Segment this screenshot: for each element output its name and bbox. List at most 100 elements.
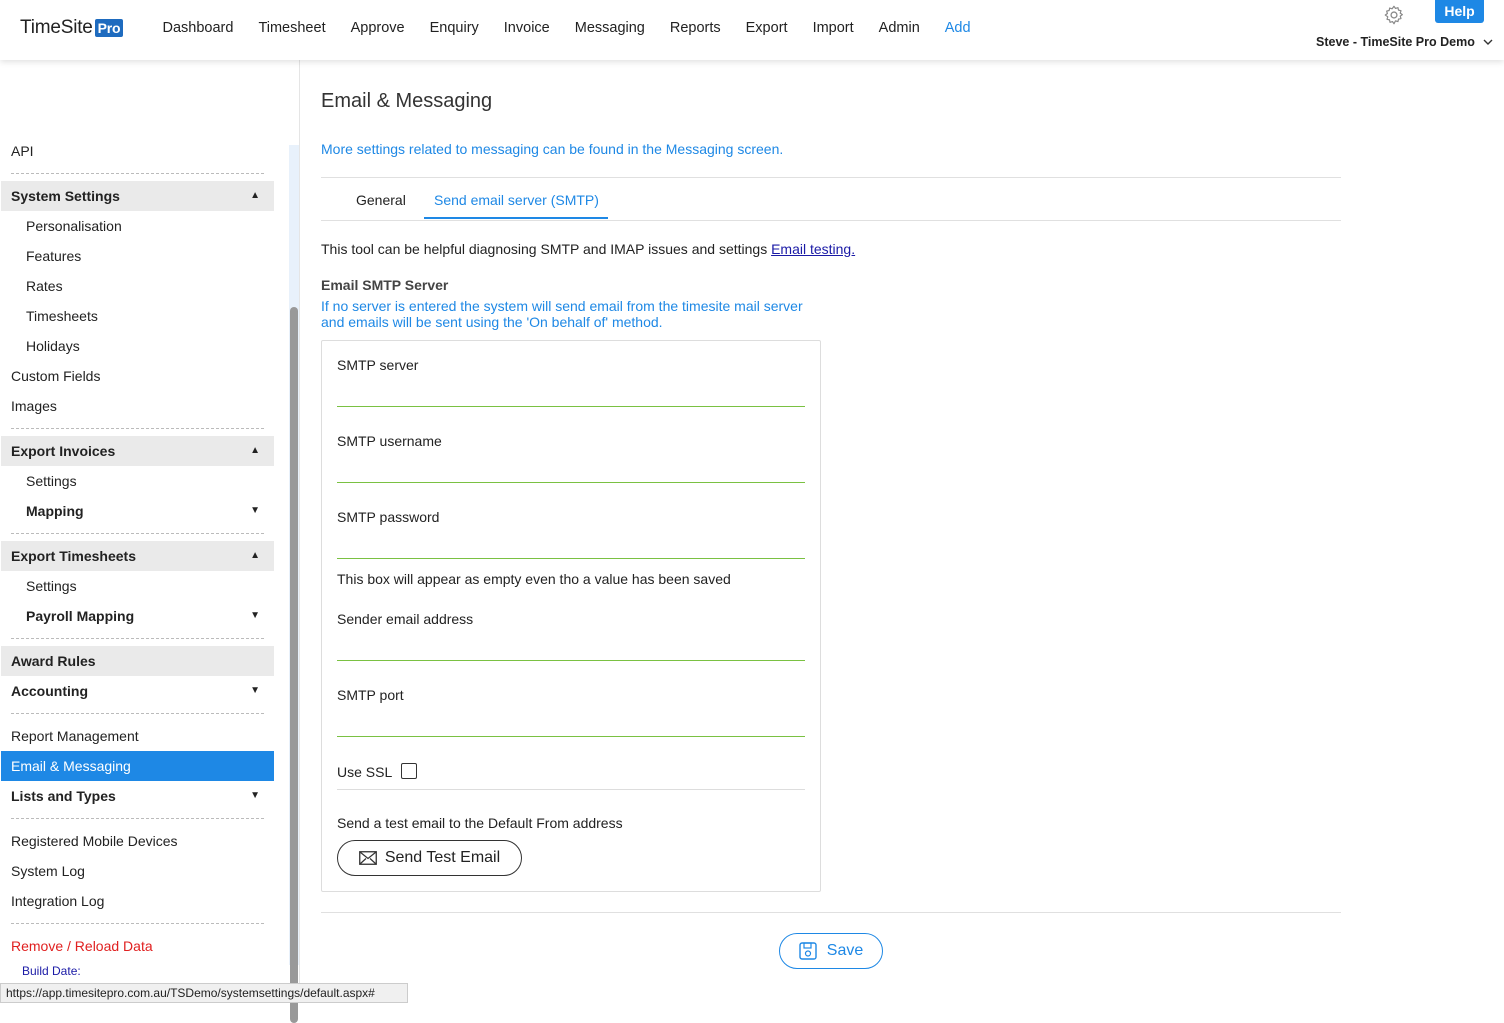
sidebar-item-rates[interactable]: Rates bbox=[1, 271, 274, 301]
save-icon bbox=[799, 942, 817, 960]
divider bbox=[321, 220, 1341, 221]
main-nav: Dashboard Timesheet Approve Enquiry Invo… bbox=[150, 20, 983, 36]
gear-icon[interactable] bbox=[1383, 4, 1405, 26]
nav-messaging[interactable]: Messaging bbox=[562, 20, 657, 36]
sidebar-item-holidays[interactable]: Holidays bbox=[1, 331, 274, 361]
smtp-server-label: SMTP server bbox=[337, 357, 419, 373]
smtp-server-input[interactable] bbox=[337, 381, 805, 407]
nav-timesheet[interactable]: Timesheet bbox=[246, 20, 338, 36]
smtp-settings-card: SMTP server SMTP username SMTP password … bbox=[321, 340, 821, 892]
sidebar-item-label: Lists and Types bbox=[11, 788, 116, 804]
nav-export[interactable]: Export bbox=[733, 20, 800, 36]
sidebar-item-invoice-mapping[interactable]: Mapping ▼ bbox=[1, 496, 274, 526]
sidebar-group-system-settings[interactable]: System Settings ▲ bbox=[1, 181, 274, 211]
sidebar-item-label: Payroll Mapping bbox=[26, 608, 135, 624]
sidebar-item-custom-fields[interactable]: Custom Fields bbox=[1, 361, 274, 391]
smtp-port-label: SMTP port bbox=[337, 687, 404, 703]
sidebar-group-label: System Settings bbox=[11, 188, 120, 204]
nav-reports[interactable]: Reports bbox=[657, 20, 733, 36]
sidebar-item-report-management[interactable]: Report Management bbox=[1, 721, 274, 751]
active-tab-indicator bbox=[424, 217, 608, 219]
divider bbox=[337, 789, 805, 790]
send-test-email-button[interactable]: Send Test Email bbox=[337, 840, 522, 876]
expand-icon: ▼ bbox=[250, 505, 260, 516]
sidebar-item-integration-log[interactable]: Integration Log bbox=[1, 886, 274, 916]
sidebar-item-award-rules[interactable]: Award Rules bbox=[1, 646, 274, 676]
section-note: If no server is entered the system will … bbox=[321, 298, 803, 330]
divider bbox=[11, 713, 264, 714]
sidebar-group-label: Export Timesheets bbox=[11, 548, 137, 564]
expand-icon: ▼ bbox=[250, 790, 260, 801]
help-text-body: This tool can be helpful diagnosing SMTP… bbox=[321, 241, 772, 257]
email-testing-link[interactable]: Email testing. bbox=[771, 241, 855, 257]
sidebar-item-label: Accounting bbox=[11, 683, 88, 699]
sidebar-item-lists-types[interactable]: Lists and Types ▼ bbox=[1, 781, 274, 811]
expand-icon: ▼ bbox=[250, 685, 260, 696]
build-date: Build Date: bbox=[22, 964, 81, 978]
nav-import[interactable]: Import bbox=[800, 20, 866, 36]
sidebar-item-email-messaging[interactable]: Email & Messaging bbox=[1, 751, 274, 781]
use-ssl-checkbox[interactable] bbox=[401, 763, 417, 779]
sidebar-item-system-log[interactable]: System Log bbox=[1, 856, 274, 886]
divider bbox=[321, 177, 1341, 178]
sidebar-scrollbar-thumb[interactable] bbox=[290, 307, 298, 1023]
sidebar-item-registered-devices[interactable]: Registered Mobile Devices bbox=[1, 826, 274, 856]
divider bbox=[11, 533, 264, 534]
nav-enquiry[interactable]: Enquiry bbox=[417, 20, 491, 36]
smtp-username-label: SMTP username bbox=[337, 433, 442, 449]
sidebar-item-accounting[interactable]: Accounting ▼ bbox=[1, 676, 274, 706]
expand-icon: ▼ bbox=[250, 610, 260, 621]
collapse-icon: ▲ bbox=[250, 445, 260, 456]
sidebar-group-export-invoices[interactable]: Export Invoices ▲ bbox=[1, 436, 274, 466]
user-label: Steve - TimeSite Pro Demo bbox=[1316, 35, 1475, 49]
app-logo[interactable]: TimeSite Pro bbox=[20, 17, 124, 39]
envelope-icon bbox=[358, 851, 377, 865]
sender-email-label: Sender email address bbox=[337, 611, 474, 627]
sidebar-group-export-timesheets[interactable]: Export Timesheets ▲ bbox=[1, 541, 274, 571]
use-ssl-label: Use SSL bbox=[337, 764, 393, 780]
divider bbox=[11, 173, 264, 174]
divider bbox=[11, 428, 264, 429]
nav-admin[interactable]: Admin bbox=[866, 20, 932, 36]
sidebar-item-payroll-mapping[interactable]: Payroll Mapping ▼ bbox=[1, 601, 274, 631]
chevron-down-icon bbox=[1483, 39, 1493, 45]
sidebar-item-personalisation[interactable]: Personalisation bbox=[1, 211, 274, 241]
sidebar-item-label: Mapping bbox=[26, 503, 84, 519]
save-button[interactable]: Save bbox=[779, 933, 883, 969]
user-menu[interactable]: Steve - TimeSite Pro Demo bbox=[1316, 35, 1493, 49]
nav-approve[interactable]: Approve bbox=[338, 20, 417, 36]
status-bar-url: https://app.timesitepro.com.au/TSDemo/sy… bbox=[0, 983, 408, 1003]
sidebar-item-features[interactable]: Features bbox=[1, 241, 274, 271]
help-button[interactable]: Help bbox=[1435, 0, 1484, 23]
divider bbox=[11, 923, 264, 924]
divider bbox=[11, 818, 264, 819]
divider bbox=[321, 912, 1341, 913]
sidebar-item-remove-reload[interactable]: Remove / Reload Data bbox=[1, 931, 274, 961]
smtp-username-input[interactable] bbox=[337, 457, 805, 483]
sender-email-input[interactable] bbox=[337, 635, 805, 661]
tab-smtp[interactable]: Send email server (SMTP) bbox=[434, 192, 599, 208]
collapse-icon: ▲ bbox=[250, 550, 260, 561]
test-email-note: Send a test email to the Default From ad… bbox=[337, 815, 623, 831]
sidebar-item-timesheets[interactable]: Timesheets bbox=[1, 301, 274, 331]
tab-general[interactable]: General bbox=[356, 192, 406, 208]
top-bar: TimeSite Pro Dashboard Timesheet Approve… bbox=[0, 0, 1504, 60]
collapse-icon: ▲ bbox=[250, 190, 260, 201]
nav-add[interactable]: Add bbox=[932, 20, 983, 36]
logo-badge: Pro bbox=[94, 19, 124, 37]
sidebar-item-invoice-settings[interactable]: Settings bbox=[1, 466, 274, 496]
smtp-password-input[interactable] bbox=[337, 533, 805, 559]
sidebar-item-images[interactable]: Images bbox=[1, 391, 274, 421]
messaging-info-link[interactable]: More settings related to messaging can b… bbox=[321, 141, 783, 157]
section-title: Email SMTP Server bbox=[321, 277, 449, 293]
sidebar-item-timesheet-settings[interactable]: Settings bbox=[1, 571, 274, 601]
smtp-port-input[interactable] bbox=[337, 711, 805, 737]
password-note: This box will appear as empty even tho a… bbox=[337, 571, 731, 587]
nav-dashboard[interactable]: Dashboard bbox=[150, 20, 246, 36]
help-text: This tool can be helpful diagnosing SMTP… bbox=[321, 241, 855, 257]
sidebar-group-label: Export Invoices bbox=[11, 443, 116, 459]
page-title: Email & Messaging bbox=[321, 90, 493, 112]
nav-invoice[interactable]: Invoice bbox=[491, 20, 562, 36]
logo-text: TimeSite bbox=[20, 17, 93, 38]
sidebar-item-api[interactable]: API bbox=[1, 136, 274, 166]
